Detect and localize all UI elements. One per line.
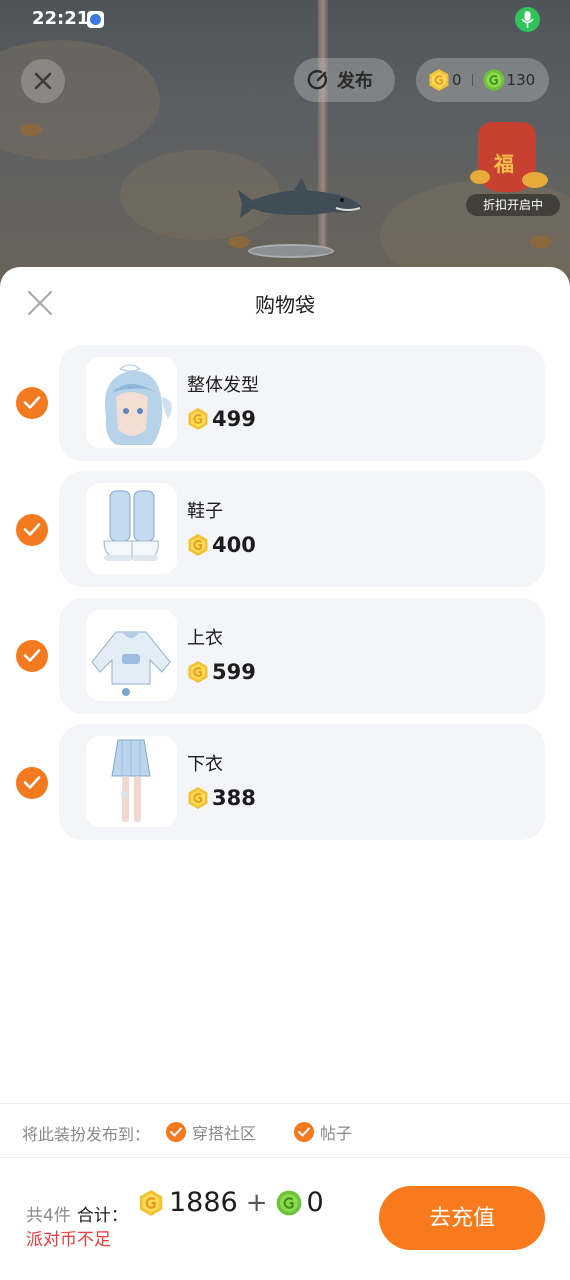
item-price: 599 [187, 660, 256, 684]
top-icon [91, 631, 171, 696]
gold-total: 1886 [169, 1187, 238, 1218]
item-count-text: 共4件 [26, 1206, 71, 1226]
status-bar: 22:21 [0, 0, 570, 40]
item-price-value: 499 [212, 407, 256, 431]
item-checkbox[interactable] [16, 640, 48, 672]
item-name: 上衣 [187, 628, 223, 649]
total-price: 1886 + 0 [138, 1187, 324, 1218]
green-coin-icon [276, 1190, 302, 1216]
publish-to-row: 将此装扮发布到： 穿搭社区 帖子 [0, 1103, 570, 1158]
top-thumbnail [86, 610, 177, 701]
bottom-icon [111, 739, 151, 822]
item-price: 400 [187, 533, 256, 557]
gold-coin-icon [187, 534, 209, 556]
gold-coin-icon [138, 1189, 164, 1216]
item-name: 鞋子 [187, 501, 223, 522]
checkmark-icon [23, 776, 41, 789]
shoes-icon [103, 490, 159, 561]
promo-tag: 折扣开启中 [466, 194, 560, 216]
item-checkbox[interactable] [16, 767, 48, 799]
cart-item: 下衣 388 [0, 724, 570, 840]
cart-item: 鞋子 400 [0, 471, 570, 587]
plus-sign: + [245, 1187, 268, 1218]
cart-item: 整体发型 499 [0, 345, 570, 461]
item-name: 整体发型 [187, 375, 259, 396]
bottom-thumbnail [86, 736, 177, 827]
item-checkbox[interactable] [16, 387, 48, 419]
checkmark-icon [23, 396, 41, 409]
publish-icon [307, 70, 327, 90]
item-price-value: 599 [212, 660, 256, 684]
item-card[interactable]: 上衣 599 [59, 598, 545, 714]
gold-coin-icon [187, 408, 209, 430]
item-card[interactable]: 鞋子 400 [59, 471, 545, 587]
hairstyle-icon [105, 364, 172, 445]
item-card[interactable]: 下衣 388 [59, 724, 545, 840]
green-coin-icon [483, 69, 505, 91]
checkmark-icon [23, 523, 41, 536]
gold-ingot-icon [522, 172, 548, 188]
total-label: 合计： [76, 1206, 128, 1226]
item-price-value: 400 [212, 533, 256, 557]
sheet-title: 购物袋 [255, 293, 315, 317]
publish-button[interactable]: 发布 [294, 58, 395, 102]
hairstyle-thumbnail [86, 357, 177, 448]
cart-item: 上衣 599 [0, 598, 570, 714]
publish-option-label: 帖子 [320, 1124, 353, 1143]
publish-to-label: 将此装扮发布到： [22, 1125, 151, 1144]
shoes-thumbnail [86, 483, 177, 574]
item-count: 共4件 合计： [26, 1201, 128, 1226]
green-balance: 130 [506, 71, 536, 89]
checkbox-checked-icon [294, 1122, 314, 1142]
app-notification-icon [87, 11, 104, 28]
checkmark-icon [23, 649, 41, 662]
close-icon [34, 72, 52, 90]
item-card[interactable]: 整体发型 499 [59, 345, 545, 461]
gold-coin-icon [187, 661, 209, 683]
close-editor-button[interactable] [21, 59, 65, 103]
currency-balance[interactable]: 0 130 [416, 58, 549, 102]
green-total: 0 [306, 1187, 324, 1218]
item-price-value: 388 [212, 786, 256, 810]
shopping-bag-sheet: 购物袋 整体发型 499 鞋子 400 上衣 599 下衣 388 将此装扮发布… [0, 267, 570, 1280]
publish-label: 发布 [337, 71, 373, 92]
gold-coin-icon [187, 787, 209, 809]
stage-disc [248, 244, 334, 258]
discount-promo[interactable]: 折扣开启中 [466, 118, 560, 216]
publish-option-label: 穿搭社区 [192, 1124, 257, 1143]
gold-balance: 0 [452, 71, 462, 89]
shark-icon [238, 178, 362, 218]
insufficient-funds-warning: 派对币不足 [26, 1230, 111, 1250]
item-checkbox[interactable] [16, 514, 48, 546]
publish-option-post[interactable]: 帖子 [294, 1120, 352, 1144]
status-time: 22:21 [32, 8, 90, 29]
balance-divider [471, 74, 473, 86]
item-price: 388 [187, 786, 256, 810]
microphone-icon [515, 7, 540, 32]
checkbox-checked-icon [166, 1122, 186, 1142]
publish-option-community[interactable]: 穿搭社区 [166, 1120, 256, 1144]
recharge-button[interactable]: 去充值 [379, 1186, 545, 1250]
item-name: 下衣 [187, 754, 223, 775]
gold-ingot-icon [470, 170, 490, 184]
gold-coin-icon [428, 69, 450, 91]
item-price: 499 [187, 407, 256, 431]
